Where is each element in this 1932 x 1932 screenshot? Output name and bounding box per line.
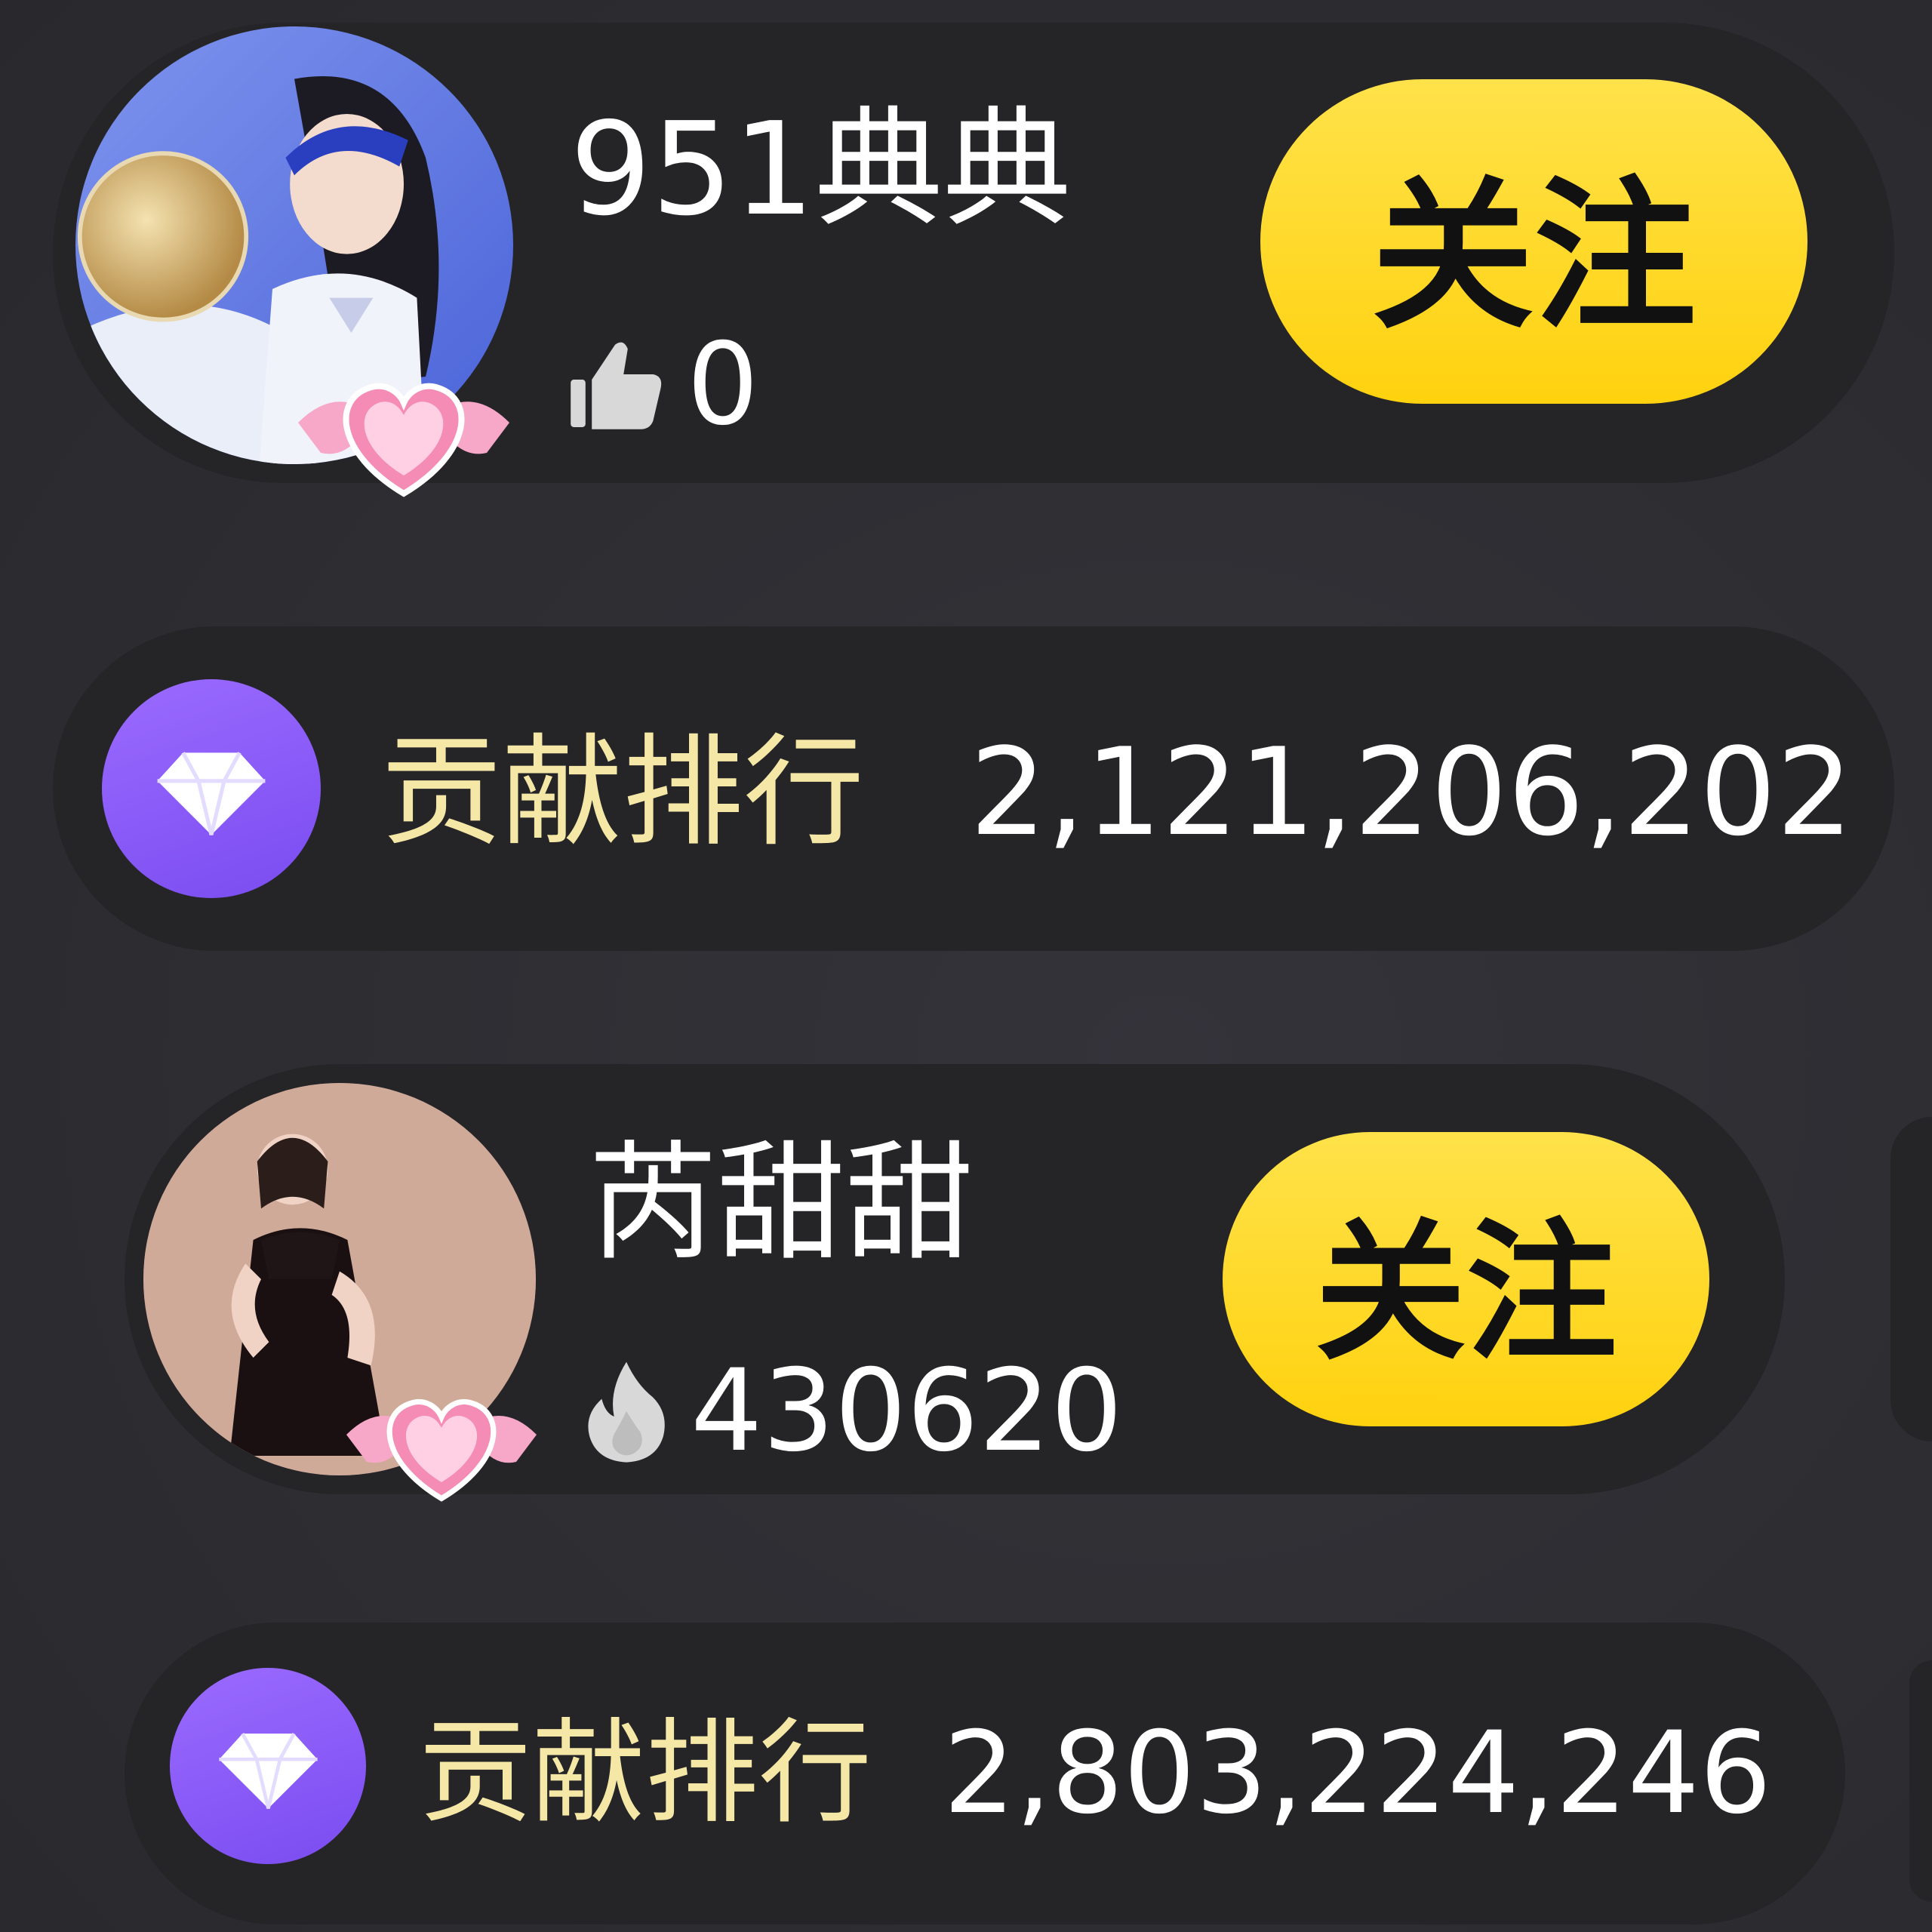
follow-button-label: 关注 bbox=[1371, 161, 1697, 351]
heat-count-value: 430620 bbox=[691, 1346, 1123, 1477]
contribution-rank-value: 2,121,206,202 bbox=[970, 721, 1854, 863]
streamer-name: 芮甜甜 bbox=[589, 1129, 974, 1278]
diamond-badge-2 bbox=[170, 1668, 366, 1864]
diamond-icon bbox=[218, 1732, 318, 1809]
contribution-rank-value: 2,803,224,246 bbox=[943, 1708, 1772, 1839]
flame-icon bbox=[581, 1358, 672, 1464]
like-count-value: 0 bbox=[687, 319, 759, 451]
heat-count: 430620 bbox=[581, 1355, 1123, 1468]
contribution-rank-label: 贡献排行 bbox=[419, 1708, 872, 1839]
next-card-edge bbox=[1909, 1660, 1932, 1902]
follow-button-2[interactable]: 关注 bbox=[1223, 1132, 1709, 1426]
streamer-name: 951典典 bbox=[570, 95, 1072, 245]
thumbs-up-icon bbox=[562, 332, 668, 438]
diamond-icon bbox=[157, 752, 266, 835]
follow-button-label: 关注 bbox=[1315, 1205, 1617, 1381]
follow-button-1[interactable]: 关注 bbox=[1260, 79, 1807, 404]
contribution-rank-label: 贡献排行 bbox=[381, 721, 865, 863]
heart-badge-icon bbox=[291, 355, 517, 506]
next-card-edge bbox=[1890, 1117, 1932, 1441]
like-count: 0 bbox=[562, 328, 758, 441]
heart-badge-icon bbox=[340, 1374, 543, 1509]
diamond-badge-1 bbox=[102, 679, 321, 898]
